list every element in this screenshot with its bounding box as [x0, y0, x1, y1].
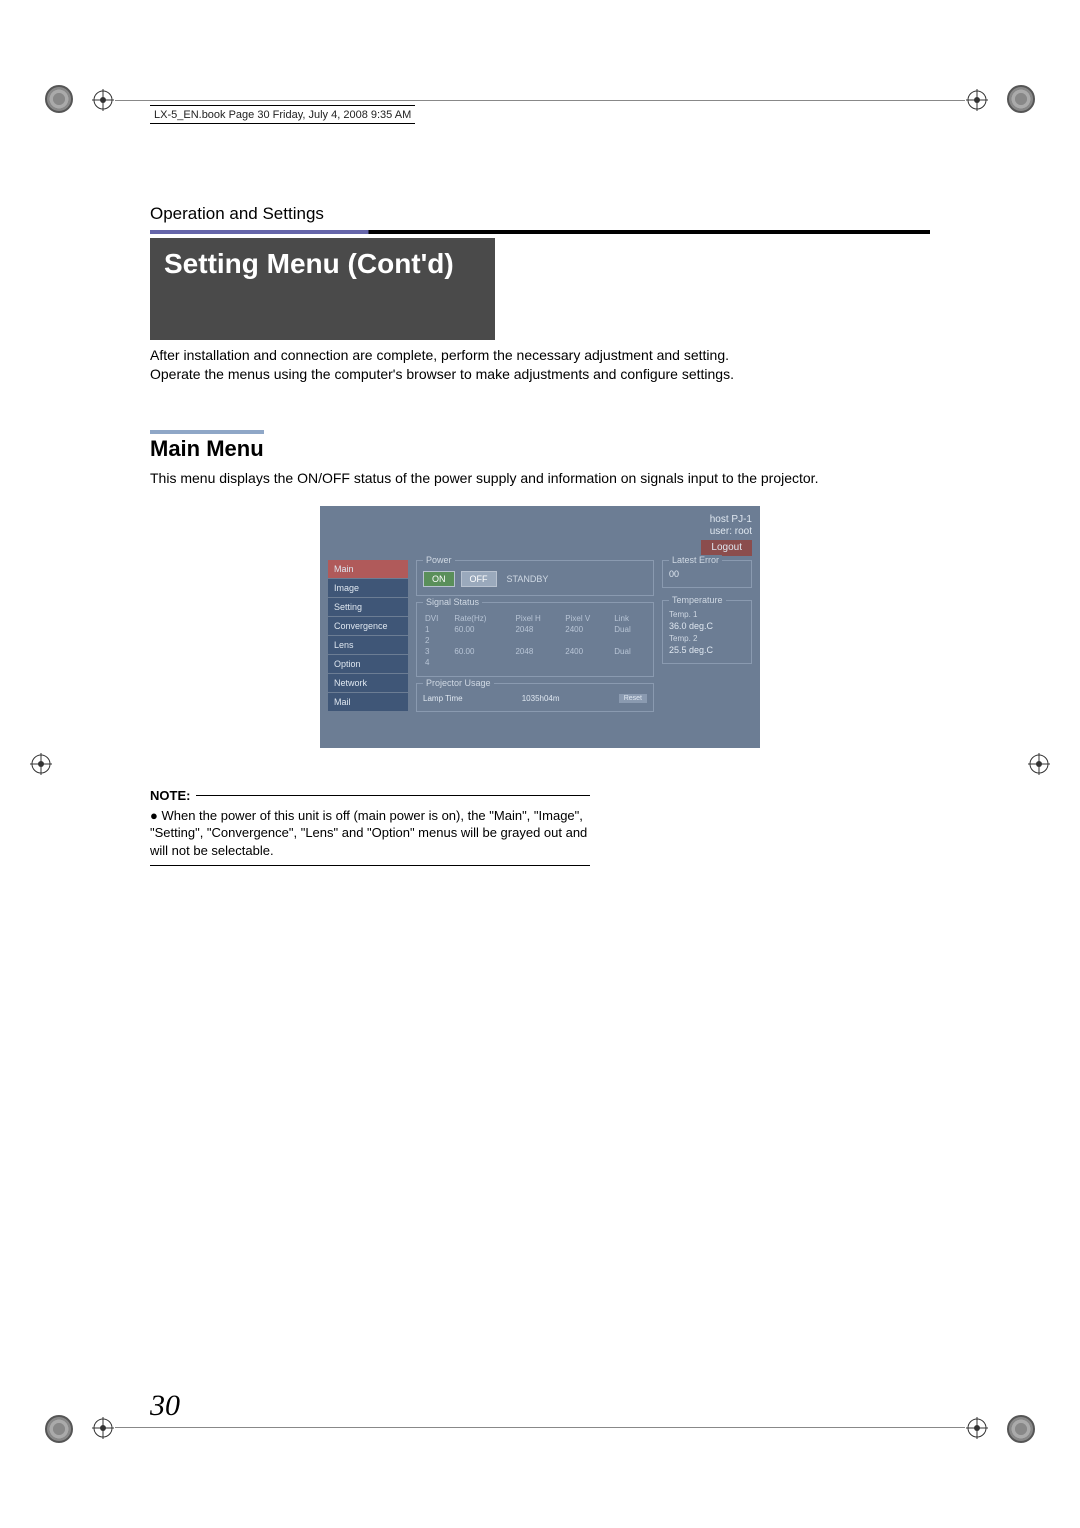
table-header-row: DVI Rate(Hz) Pixel H Pixel V Link — [423, 613, 647, 624]
table-row: 1 60.00 2048 2400 Dual — [423, 624, 647, 635]
nav-item-convergence[interactable]: Convergence — [328, 617, 408, 635]
intro-line: After installation and connection are co… — [150, 346, 930, 365]
intro-text: After installation and connection are co… — [150, 346, 930, 384]
usage-panel-title: Projector Usage — [423, 678, 494, 688]
projector-usage-panel: Projector Usage Lamp Time 1035h04m Reset — [416, 683, 654, 712]
col-pixelv: Pixel V — [563, 613, 612, 624]
section-rule — [150, 230, 930, 234]
breadcrumb: Operation and Settings — [150, 204, 930, 224]
note-block: NOTE: When the power of this unit is off… — [150, 788, 590, 867]
col-rate: Rate(Hz) — [452, 613, 513, 624]
nav-item-image[interactable]: Image — [328, 579, 408, 597]
crop-mark-target — [966, 89, 988, 111]
error-value: 00 — [669, 569, 745, 579]
reset-button[interactable]: Reset — [619, 694, 647, 703]
signal-panel-title: Signal Status — [423, 597, 482, 607]
crop-mark-corner — [1007, 1415, 1035, 1443]
lamp-time-value: 1035h04m — [522, 694, 560, 703]
latest-error-panel: Latest Error 00 — [662, 560, 752, 588]
power-panel: Power ON OFF STANDBY — [416, 560, 654, 596]
crop-mark-target — [92, 1417, 114, 1439]
crop-mark-target — [30, 753, 52, 775]
error-panel-title: Latest Error — [669, 555, 722, 565]
crop-mark-target — [92, 89, 114, 111]
crop-mark-corner — [45, 85, 73, 113]
intro-line: Operate the menus using the computer's b… — [150, 365, 930, 384]
col-dvi: DVI — [423, 613, 452, 624]
power-off-button[interactable]: OFF — [461, 571, 497, 587]
table-row: 2 — [423, 635, 647, 646]
temp-panel-title: Temperature — [669, 595, 726, 605]
power-panel-title: Power — [423, 555, 455, 565]
book-header: LX-5_EN.book Page 30 Friday, July 4, 200… — [150, 105, 415, 124]
logout-button[interactable]: Logout — [701, 540, 752, 556]
host-label: host PJ-1 — [328, 514, 752, 526]
temp2-value: 25.5 deg.C — [669, 645, 745, 655]
projector-nav: Main Image Setting Convergence Lens Opti… — [328, 560, 408, 718]
signal-table: DVI Rate(Hz) Pixel H Pixel V Link 1 60.0… — [423, 613, 647, 668]
temp1-label: Temp. 1 — [669, 610, 745, 619]
nav-item-setting[interactable]: Setting — [328, 598, 408, 616]
note-heading: NOTE: — [150, 788, 590, 803]
col-pixelh: Pixel H — [513, 613, 563, 624]
crop-mark-target — [966, 1417, 988, 1439]
table-row: 4 — [423, 657, 647, 668]
nav-item-main[interactable]: Main — [328, 560, 408, 578]
temperature-panel: Temperature Temp. 1 36.0 deg.C Temp. 2 2… — [662, 600, 752, 664]
page-number: 30 — [150, 1389, 180, 1423]
table-row: 3 60.00 2048 2400 Dual — [423, 646, 647, 657]
col-link: Link — [612, 613, 647, 624]
lamp-time-label: Lamp Time — [423, 694, 463, 703]
nav-item-network[interactable]: Network — [328, 674, 408, 692]
power-on-button[interactable]: ON — [423, 571, 455, 587]
note-body: When the power of this unit is off (main… — [150, 807, 590, 867]
heading-main-menu: Main Menu — [150, 430, 264, 462]
temp2-label: Temp. 2 — [669, 634, 745, 643]
page-title: Setting Menu (Cont'd) — [150, 238, 495, 340]
temp1-value: 36.0 deg.C — [669, 621, 745, 631]
user-label: user: root — [328, 526, 752, 538]
nav-item-option[interactable]: Option — [328, 655, 408, 673]
page-content: LX-5_EN.book Page 30 Friday, July 4, 200… — [150, 105, 930, 1423]
projector-header: host PJ-1 user: root Logout — [328, 514, 752, 556]
crop-mark-corner — [45, 1415, 73, 1443]
crop-mark-target — [1028, 753, 1050, 775]
power-status: STANDBY — [507, 574, 549, 584]
nav-item-lens[interactable]: Lens — [328, 636, 408, 654]
projector-ui-screenshot: host PJ-1 user: root Logout Main Image S… — [320, 506, 760, 748]
nav-item-mail[interactable]: Mail — [328, 693, 408, 711]
signal-status-panel: Signal Status DVI Rate(Hz) Pixel H Pixel… — [416, 602, 654, 677]
note-item: When the power of this unit is off (main… — [150, 807, 590, 860]
crop-mark-corner — [1007, 85, 1035, 113]
main-menu-desc: This menu displays the ON/OFF status of … — [150, 470, 930, 486]
